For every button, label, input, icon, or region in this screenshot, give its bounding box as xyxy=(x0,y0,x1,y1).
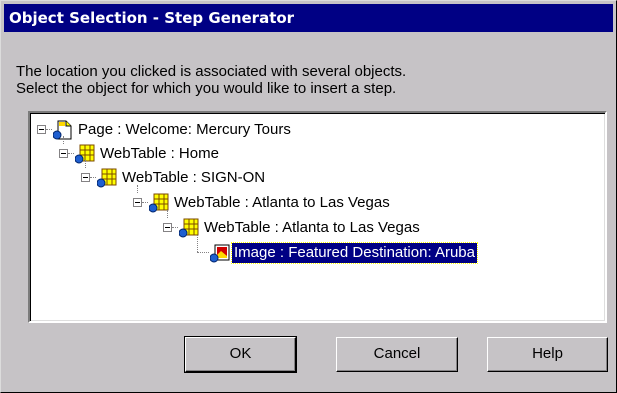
webtable-icon xyxy=(149,193,169,213)
ok-button[interactable]: OK xyxy=(184,336,297,373)
object-tree[interactable]: Page : Welcome: Mercury Tours WebTable :… xyxy=(28,111,607,323)
tree-node-label: WebTable : Atlanta to Las Vegas xyxy=(174,194,390,211)
tree-node-webtable-atlanta-1[interactable]: WebTable : Atlanta to Las Vegas xyxy=(30,185,605,215)
collapse-toggle[interactable] xyxy=(163,223,172,232)
collapse-toggle[interactable] xyxy=(81,173,90,182)
dialog-title: Object Selection - Step Generator xyxy=(4,4,613,32)
collapse-toggle[interactable] xyxy=(37,125,46,134)
collapse-toggle[interactable] xyxy=(59,149,68,158)
collapse-toggle[interactable] xyxy=(133,198,142,207)
tree-node-webtable-atlanta-2[interactable]: WebTable : Atlanta to Las Vegas xyxy=(30,210,605,240)
tree-node-label-selected: Image : Featured Destination: Aruba xyxy=(231,242,478,264)
instruction-line-1: The location you clicked is associated w… xyxy=(16,63,407,80)
tree-node-label: Page : Welcome: Mercury Tours xyxy=(78,121,291,138)
webtable-icon xyxy=(179,218,199,238)
instruction-line-2: Select the object for which you would li… xyxy=(16,80,397,97)
object-selection-dialog: Object Selection - Step Generator The lo… xyxy=(0,0,617,393)
help-button[interactable]: Help xyxy=(487,337,608,372)
cancel-button[interactable]: Cancel xyxy=(336,337,458,372)
instruction-text: The location you clicked is associated w… xyxy=(16,63,406,97)
webtable-icon xyxy=(97,168,117,188)
image-icon xyxy=(210,244,230,263)
tree-node-label: WebTable : Home xyxy=(100,145,219,162)
tree-node-label: WebTable : SIGN-ON xyxy=(122,169,266,186)
tree-node-page[interactable]: Page : Welcome: Mercury Tours xyxy=(30,118,605,142)
tree-node-webtable-home[interactable]: WebTable : Home xyxy=(30,136,605,166)
tree-node-image-aruba[interactable]: Image : Featured Destination: Aruba xyxy=(30,235,605,265)
tree-node-webtable-sign-on[interactable]: WebTable : SIGN-ON xyxy=(30,160,605,190)
tree-node-label: WebTable : Atlanta to Las Vegas xyxy=(204,219,420,236)
